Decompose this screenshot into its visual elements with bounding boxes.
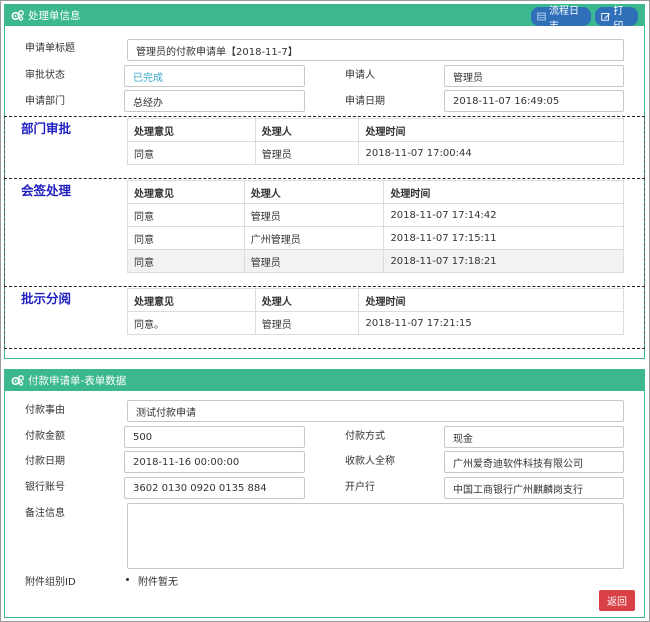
- paydate-field: 2018-11-16 00:00:00: [124, 451, 305, 473]
- reason-field: 测试付款申请: [127, 400, 624, 422]
- method-field: 现金: [444, 426, 624, 448]
- return-button[interactable]: 返回: [599, 590, 635, 611]
- table-cell: 同意。: [127, 311, 256, 335]
- status-label: 审批状态: [25, 70, 65, 81]
- column-header: 处理意见: [127, 180, 245, 204]
- payee-field: 广州爱奇迪软件科技有限公司: [444, 451, 624, 473]
- table-row: 同意。 管理员 2018-11-07 17:21:15: [127, 311, 624, 335]
- cogs-icon: [11, 10, 24, 21]
- edit-icon: [601, 12, 610, 21]
- column-header: 处理时间: [358, 288, 624, 312]
- list-icon: [537, 12, 546, 21]
- process-info-title: 处理单信息: [28, 10, 81, 22]
- date-label: 申请日期: [345, 96, 385, 107]
- table-header-row: 处理意见 处理人 处理时间: [127, 180, 624, 204]
- table-row: 同意 管理员 2018-11-07 17:18:21: [127, 249, 624, 273]
- table-cell: 2018-11-07 17:21:15: [358, 311, 624, 335]
- column-header: 处理时间: [383, 180, 624, 204]
- flow-log-button[interactable]: 流程日志: [531, 6, 591, 32]
- dept-label: 申请部门: [25, 96, 65, 107]
- amount-label: 付款金额: [25, 431, 65, 442]
- table-row: 同意 广州管理员 2018-11-07 17:15:11: [127, 226, 624, 250]
- payment-form-header: 付款申请单-表单数据: [5, 370, 644, 391]
- print-label: 打印: [613, 5, 624, 32]
- instruction-title: 批示分阅: [21, 291, 72, 306]
- bank-field: 中国工商银行广州麒麟岗支行: [444, 477, 624, 499]
- table-cell: 管理员: [243, 249, 385, 273]
- table-cell: 管理员: [254, 311, 360, 335]
- bullet-icon: [126, 578, 129, 581]
- payment-form-title: 付款申请单-表单数据: [28, 375, 127, 387]
- table-cell: 同意: [127, 141, 256, 165]
- remark-label: 备注信息: [25, 508, 65, 519]
- instruction-table: 处理意见 处理人 处理时间 同意。 管理员 2018-11-07 17:21:1…: [127, 288, 624, 335]
- table-cell: 管理员: [254, 141, 360, 165]
- column-header: 处理时间: [358, 118, 624, 142]
- table-cell: 同意: [127, 203, 245, 227]
- column-header: 处理人: [254, 288, 360, 312]
- attach-value: 附件暂无: [138, 577, 178, 588]
- paydate-label: 付款日期: [25, 456, 65, 467]
- payee-label: 收款人全称: [345, 456, 395, 467]
- status-field: 已完成: [124, 65, 305, 87]
- table-header-row: 处理意见 处理人 处理时间: [127, 118, 624, 142]
- table-cell: 同意: [127, 249, 245, 273]
- column-header: 处理人: [254, 118, 360, 142]
- method-label: 付款方式: [345, 431, 385, 442]
- attach-label: 附件组别ID: [25, 577, 76, 588]
- title-label: 申请单标题: [25, 43, 75, 54]
- table-cell: 2018-11-07 17:00:44: [358, 141, 624, 165]
- dept-approval-title: 部门审批: [21, 121, 72, 136]
- cogs-icon: [11, 375, 24, 386]
- date-field: 2018-11-07 16:49:05: [444, 90, 624, 112]
- title-field: 管理员的付款申请单【2018-11-7】: [127, 39, 624, 61]
- table-cell: 2018-11-07 17:18:21: [383, 249, 624, 273]
- remark-field: [127, 503, 624, 569]
- process-info-header: 处理单信息 流程日志 打印: [5, 5, 644, 32]
- table-cell: 2018-11-07 17:14:42: [383, 203, 624, 227]
- column-header: 处理人: [243, 180, 385, 204]
- account-label: 银行账号: [25, 482, 65, 493]
- table-cell: 广州管理员: [243, 226, 385, 250]
- bank-label: 开户行: [345, 482, 375, 493]
- dept-approval-table: 处理意见 处理人 处理时间 同意 管理员 2018-11-07 17:00:44: [127, 118, 624, 165]
- countersign-title: 会签处理: [21, 183, 72, 198]
- table-header-row: 处理意见 处理人 处理时间: [127, 288, 624, 312]
- column-header: 处理意见: [127, 118, 256, 142]
- flow-log-label: 流程日志: [549, 5, 579, 32]
- dept-field: 总经办: [124, 90, 305, 112]
- table-cell: 管理员: [243, 203, 385, 227]
- applicant-label: 申请人: [345, 70, 375, 81]
- table-row: 同意 管理员 2018-11-07 17:14:42: [127, 203, 624, 227]
- account-field: 3602 0130 0920 0135 884: [124, 477, 305, 499]
- amount-field: 500: [124, 426, 305, 448]
- reason-label: 付款事由: [25, 405, 65, 416]
- countersign-table: 处理意见 处理人 处理时间 同意 管理员 2018-11-07 17:14:42…: [127, 180, 624, 273]
- applicant-field: 管理员: [444, 65, 624, 87]
- print-button[interactable]: 打印: [595, 6, 638, 32]
- column-header: 处理意见: [127, 288, 256, 312]
- table-cell: 同意: [127, 226, 245, 250]
- table-cell: 2018-11-07 17:15:11: [383, 226, 624, 250]
- table-row: 同意 管理员 2018-11-07 17:00:44: [127, 141, 624, 165]
